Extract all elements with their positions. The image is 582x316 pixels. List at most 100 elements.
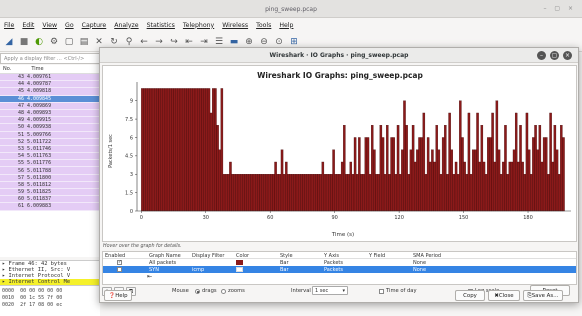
chart-bars — [141, 88, 565, 212]
menu-statistics[interactable]: Statistics — [147, 22, 175, 29]
packet-row[interactable]: 45 4.009818 — [0, 88, 100, 96]
packet-no: 52 — [17, 138, 24, 145]
packet-row[interactable]: 50 4.009938 — [0, 124, 100, 132]
packet-row[interactable]: 54 5.011763 — [0, 153, 100, 161]
packet-time: 4.009787 — [27, 81, 52, 88]
chart-x-axis-label: Time (s) — [331, 232, 354, 238]
go-forward-icon[interactable]: → — [154, 37, 164, 47]
menu-capture[interactable]: Capture — [82, 22, 107, 29]
chart-bar — [553, 125, 557, 212]
packet-row[interactable]: 43 4.009761 — [0, 74, 100, 82]
chart-bar — [472, 149, 475, 212]
menu-file[interactable]: File — [4, 22, 14, 29]
start-capture-icon[interactable]: ◢ — [4, 37, 14, 47]
packet-row[interactable]: 49 4.009915 — [0, 117, 100, 125]
packet-row[interactable]: 60 5.011837 — [0, 196, 100, 204]
close-file-icon[interactable]: ✕ — [94, 37, 104, 47]
graph-row-syn[interactable]: SYN icmp Bar Packets None — [103, 266, 576, 273]
io-graph-chart[interactable]: Wireshark IO Graphs: ping_sweep.pcap Pac… — [103, 66, 578, 243]
row-expand-icon[interactable]: ⇤ — [147, 273, 152, 280]
menu-tools[interactable]: Tools — [256, 22, 271, 29]
packet-row[interactable]: 52 5.011722 — [0, 138, 100, 146]
enabled-checkbox[interactable] — [117, 267, 122, 272]
color-swatch[interactable] — [236, 260, 243, 265]
chart-bar — [315, 174, 318, 212]
chart-bar — [491, 112, 494, 212]
chart-bar — [497, 149, 501, 212]
open-file-icon[interactable]: ▢ — [64, 37, 74, 47]
chart-bar — [510, 161, 514, 212]
copy-button[interactable]: Copy — [455, 290, 485, 301]
menu-edit[interactable]: Edit — [22, 22, 34, 29]
column-header-no[interactable]: No. — [3, 66, 11, 72]
mouse-drags-radio[interactable] — [195, 289, 200, 294]
menu-analyze[interactable]: Analyze — [114, 22, 138, 29]
save-file-icon[interactable]: ▤ — [79, 37, 89, 47]
packet-row[interactable]: 48 4.009893 — [0, 109, 100, 118]
chart-bar — [489, 137, 492, 212]
chart-bar — [261, 174, 264, 212]
menu-telephony[interactable]: Telephony — [183, 22, 214, 29]
stop-capture-icon[interactable]: ■ — [19, 37, 29, 47]
menu-wireless[interactable]: Wireless — [222, 22, 248, 29]
autoscroll-icon[interactable]: ☰ — [214, 37, 224, 47]
packet-row[interactable]: 59 5.011825 — [0, 189, 100, 197]
go-back-icon[interactable]: ← — [139, 37, 149, 47]
packet-row[interactable]: 55 5.011776 — [0, 160, 100, 168]
packet-row[interactable]: 51 5.009766 — [0, 131, 100, 139]
zoom-reset-icon[interactable]: ⊙ — [274, 37, 284, 47]
chart-bar — [263, 174, 267, 212]
help-button[interactable]: ❓Help — [104, 290, 132, 301]
menu-view[interactable]: View — [42, 22, 57, 29]
colorize-icon[interactable]: ▬ — [229, 37, 239, 47]
display-filter-input[interactable]: Apply a display filter … <Ctrl-/> — [0, 53, 100, 64]
enabled-checkbox[interactable]: ✓ — [117, 260, 122, 265]
minimize-icon[interactable]: – — [537, 51, 546, 60]
chart-bar — [156, 88, 159, 212]
chart-bar — [177, 88, 181, 212]
packet-row[interactable]: 53 5.011746 — [0, 145, 100, 154]
maximize-icon[interactable]: ▢ — [550, 51, 559, 60]
zoom-out-icon[interactable]: ⊖ — [259, 37, 269, 47]
packet-row[interactable]: 61 6.009883 — [0, 203, 100, 211]
close-button[interactable]: ✖Close — [488, 290, 520, 301]
menu-go[interactable]: Go — [65, 22, 74, 29]
packet-row[interactable]: 46 4.009845 — [0, 95, 100, 103]
packet-row[interactable]: 44 4.009787 — [0, 81, 100, 89]
chart-bar — [229, 161, 232, 212]
main-window-controls[interactable]: – ▢ × — [543, 5, 576, 12]
first-packet-icon[interactable]: ⇤ — [184, 37, 194, 47]
graph-table: Enabled Graph Name Display Filter Color … — [102, 251, 577, 285]
chart-bar — [302, 174, 305, 212]
reload-icon[interactable]: ↻ — [109, 37, 119, 47]
packet-no: 60 — [17, 196, 24, 203]
find-packet-icon[interactable]: ⚲ — [124, 37, 134, 47]
capture-options-icon[interactable]: ⚙ — [49, 37, 59, 47]
chart-bar — [405, 125, 408, 212]
chart-bar — [181, 88, 185, 212]
chart-bar — [450, 149, 453, 212]
chart-bar — [426, 137, 430, 212]
mouse-zooms-radio[interactable] — [221, 289, 226, 294]
time-of-day-checkbox[interactable] — [379, 289, 384, 294]
interval-select[interactable]: 1 sec ▾ — [312, 286, 348, 295]
packet-row[interactable]: 56 5.011788 — [0, 167, 100, 175]
packet-row[interactable]: 47 4.009869 — [0, 102, 100, 110]
last-packet-icon[interactable]: ⇥ — [199, 37, 209, 47]
chart-bar — [484, 174, 488, 212]
color-swatch[interactable] — [236, 267, 243, 272]
resize-columns-icon[interactable]: ⊞ — [289, 37, 299, 47]
zoom-in-icon[interactable]: ⊕ — [244, 37, 254, 47]
chart-bar — [390, 137, 393, 212]
packet-row[interactable]: 57 5.011800 — [0, 174, 100, 182]
close-icon[interactable]: × — [563, 51, 572, 60]
save-as-button[interactable]: ⎘Save As… — [523, 290, 563, 301]
packet-row[interactable]: 58 5.011812 — [0, 181, 100, 189]
io-graph-plot[interactable]: Wireshark IO Graphs: ping_sweep.pcap Pac… — [102, 65, 577, 242]
go-to-packet-icon[interactable]: ↪ — [169, 37, 179, 47]
restart-capture-icon[interactable]: ◐ — [34, 37, 44, 47]
column-header-time[interactable]: Time — [31, 66, 43, 72]
graph-row-all-packets[interactable]: ✓ All packets Bar Packets None — [103, 259, 576, 266]
menu-help[interactable]: Help — [279, 22, 293, 29]
chart-bar — [248, 174, 252, 212]
